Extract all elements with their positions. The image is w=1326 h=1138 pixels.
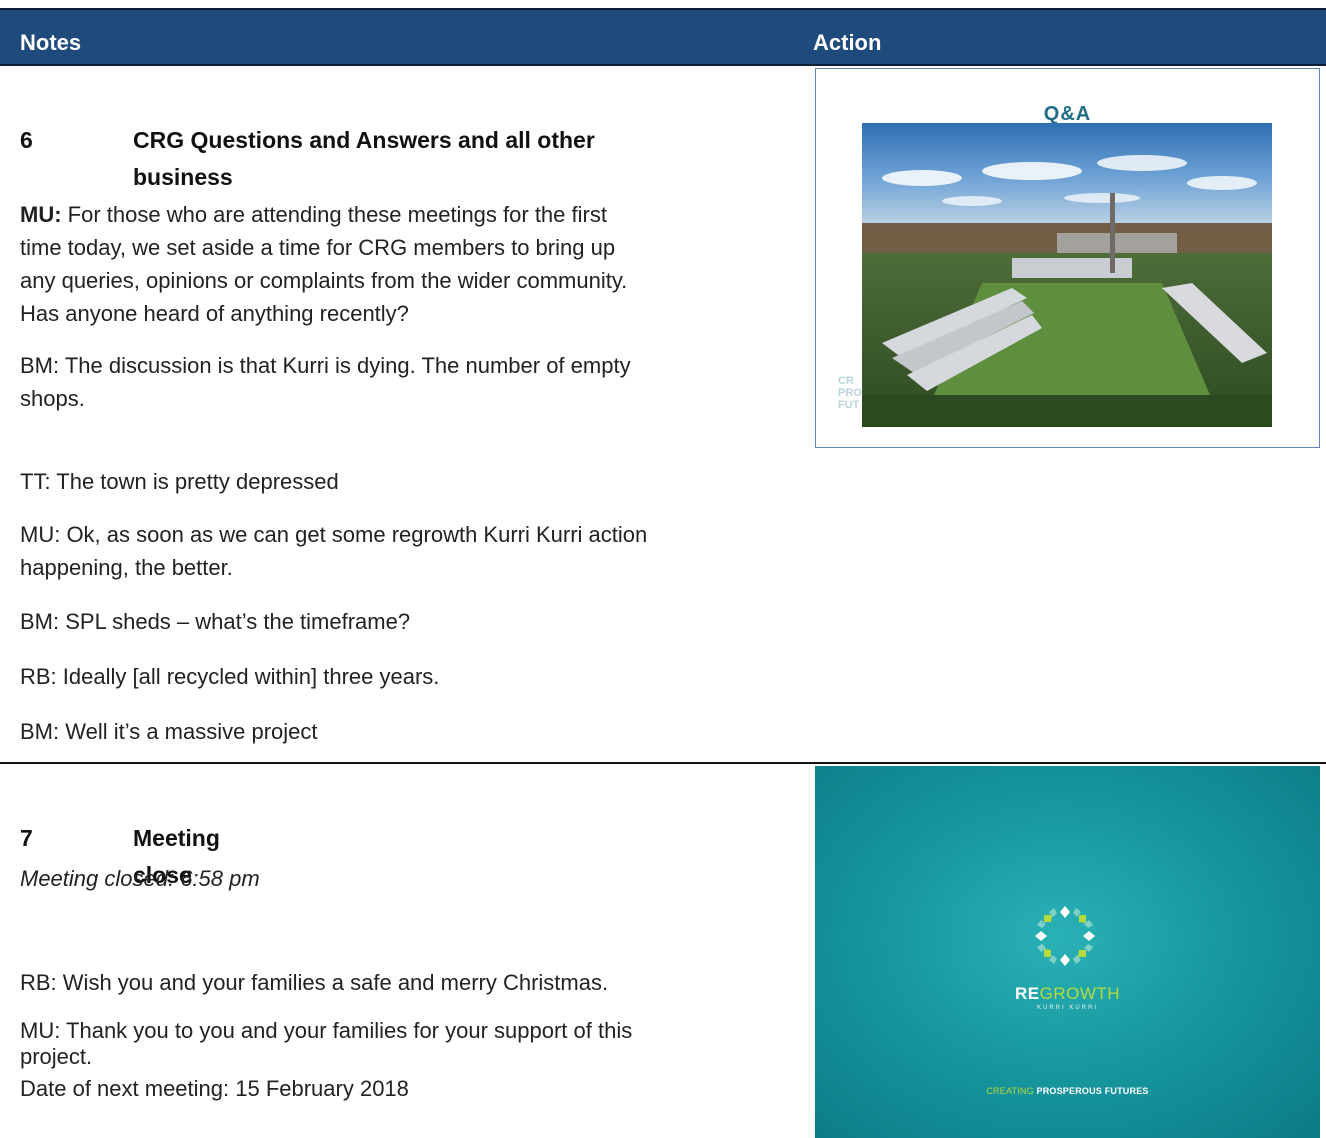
regrowth-brand-subtitle: KURRI KURRI (1036, 1005, 1098, 1011)
header-notes: Notes (20, 30, 82, 55)
regrowth-tagline: CREATING PROSPEROUS FUTURES (815, 1086, 1320, 1096)
brand-growth: GROWTH (1039, 984, 1121, 1003)
section-6-paragraph-5: BM: SPL sheds – what’s the timeframe? (20, 609, 411, 634)
section-6-paragraph-1: MU: For those who are attending these me… (20, 198, 790, 330)
section-6-paragraph-3: TT: The town is pretty depressed (20, 469, 339, 494)
section-6-paragraph-2: BM: The discussion is that Kurri is dyin… (20, 349, 790, 415)
section-6-title: CRG Questions and Answers and all other … (133, 122, 773, 196)
text-line: MU: Ok, as soon as we can get some regro… (20, 522, 648, 547)
section-6-title-line1: CRG Questions and Answers and all other (133, 127, 595, 153)
section-6-paragraph-7: BM: Well it’s a massive project (20, 719, 318, 744)
section-6-paragraph-6: RB: Ideally [all recycled within] three … (20, 664, 440, 689)
header-action: Action (813, 30, 882, 55)
next-meeting-date: Date of next meeting: 15 February 2018 (20, 1076, 409, 1101)
text-line: For those who are attending these meetin… (61, 202, 607, 227)
text-line: project. (20, 1044, 93, 1069)
faded-line: CR (838, 375, 854, 387)
faded-line: PRO (838, 387, 862, 399)
section-6-number: 6 (20, 127, 33, 153)
section-divider (0, 762, 1326, 764)
tagline-creating: CREATING (986, 1086, 1034, 1096)
brand-re: RE (1014, 984, 1040, 1003)
qa-slide-image: Q&A CR PRO FUT (815, 68, 1320, 448)
text-line: shops. (20, 386, 85, 411)
regrowth-brand-name: REGROWTH (815, 984, 1320, 1004)
tagline-prosperous-futures: PROSPEROUS FUTURES (1033, 1086, 1149, 1096)
text-line: time today, we set aside a time for CRG … (20, 235, 616, 260)
meeting-closed-time: Meeting closed: 6:58 pm (20, 866, 260, 891)
text-line: Has anyone heard of anything recently? (20, 301, 409, 326)
regrowth-logo-icon (1035, 906, 1095, 966)
table-header: Notes Action (0, 8, 1326, 66)
text-line: MU: Thank you to you and your families f… (20, 1018, 633, 1043)
text-line: BM: The discussion is that Kurri is dyin… (20, 353, 631, 378)
qa-slide-faded-text: CR PRO FUT (838, 375, 862, 411)
faded-line: FUT (838, 399, 860, 411)
text-line: any queries, opinions or complaints from… (20, 268, 628, 293)
text-line: happening, the better. (20, 555, 233, 580)
section-6-title-line2: business (133, 164, 233, 190)
section-7-paragraph-2: MU: Thank you to you and your families f… (20, 1018, 790, 1070)
regrowth-slide-image: REGROWTH KURRI KURRI CREATING PROSPEROUS… (815, 766, 1320, 1138)
aerial-smelter-photo (862, 123, 1272, 427)
section-7-paragraph-1: RB: Wish you and your families a safe an… (20, 970, 609, 995)
section-6-paragraph-4: MU: Ok, as soon as we can get some regro… (20, 518, 790, 584)
section-7-number: 7 (20, 825, 33, 851)
speaker-label: MU: (20, 202, 62, 227)
